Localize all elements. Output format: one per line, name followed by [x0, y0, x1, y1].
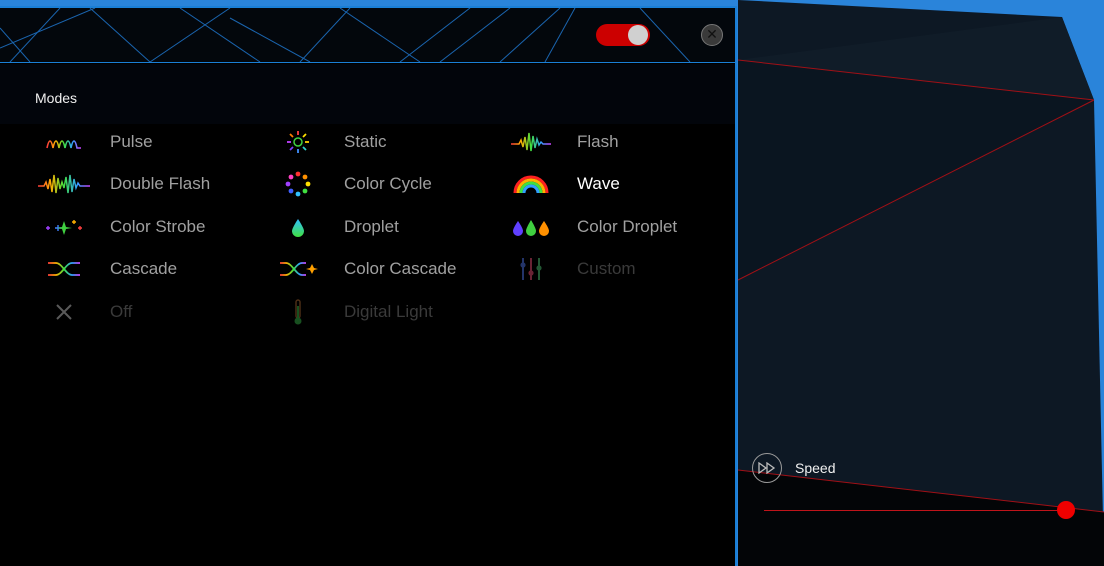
mode-cascade[interactable]: Cascade: [38, 255, 177, 283]
speed-label: Speed: [795, 460, 836, 476]
mode-label: Flash: [577, 132, 619, 151]
color-strobe-icon: [38, 213, 90, 241]
mode-double-flash[interactable]: Double Flash: [38, 170, 210, 198]
mode-label: Droplet: [344, 217, 399, 236]
mode-color-strobe[interactable]: Color Strobe: [38, 213, 205, 241]
panel-header: ✕: [0, 8, 735, 63]
mode-droplet[interactable]: Droplet: [272, 213, 399, 241]
static-icon: [272, 128, 324, 156]
mode-color-cascade[interactable]: Color Cascade: [272, 255, 456, 283]
color-cascade-icon: [272, 255, 324, 283]
modes-title: Modes: [35, 90, 78, 106]
power-toggle[interactable]: [596, 24, 650, 46]
custom-sliders-icon: [505, 255, 557, 283]
modes-panel: ✕ Modes Pulse Static Flash Double Flash: [0, 6, 737, 566]
close-icon: ✕: [706, 27, 718, 43]
mode-wave[interactable]: Wave: [505, 170, 620, 198]
mode-label: Color Droplet: [577, 217, 678, 236]
speed-slider-thumb[interactable]: [1057, 501, 1075, 519]
pulse-icon: [38, 128, 90, 156]
droplet-icon: [272, 213, 324, 241]
color-droplet-icon: [505, 213, 557, 241]
color-cycle-icon: [272, 170, 324, 198]
mode-label: Pulse: [110, 132, 153, 151]
flash-icon: [505, 128, 557, 156]
mode-label: Static: [344, 132, 387, 151]
off-x-icon: [38, 298, 90, 326]
mode-label: Color Strobe: [110, 217, 206, 236]
mode-digital-light[interactable]: Digital Light: [272, 298, 433, 326]
mode-label: Color Cascade: [344, 259, 457, 278]
mode-pulse[interactable]: Pulse: [38, 128, 153, 156]
mode-custom[interactable]: Custom: [505, 255, 636, 283]
mode-label: Double Flash: [110, 174, 211, 193]
fast-forward-icon: [752, 453, 782, 483]
mode-color-droplet[interactable]: Color Droplet: [505, 213, 677, 241]
mode-label: Wave: [577, 174, 620, 193]
mode-label: Custom: [577, 259, 636, 278]
double-flash-icon: [38, 170, 90, 198]
mode-off[interactable]: Off: [38, 298, 132, 326]
mode-label: Cascade: [110, 259, 178, 278]
mode-label: Off: [110, 302, 133, 321]
mode-color-cycle[interactable]: Color Cycle: [272, 170, 432, 198]
mode-static[interactable]: Static: [272, 128, 387, 156]
cascade-icon: [38, 255, 90, 283]
speed-slider-track[interactable]: [764, 510, 1066, 511]
mode-label: Color Cycle: [344, 174, 432, 193]
wave-icon: [505, 170, 557, 198]
mode-label: Digital Light: [344, 302, 433, 321]
close-button[interactable]: ✕: [701, 24, 723, 46]
mode-flash[interactable]: Flash: [505, 128, 619, 156]
thermometer-icon: [272, 298, 324, 326]
modes-bar: Modes: [0, 64, 735, 124]
toggle-knob: [628, 25, 648, 45]
